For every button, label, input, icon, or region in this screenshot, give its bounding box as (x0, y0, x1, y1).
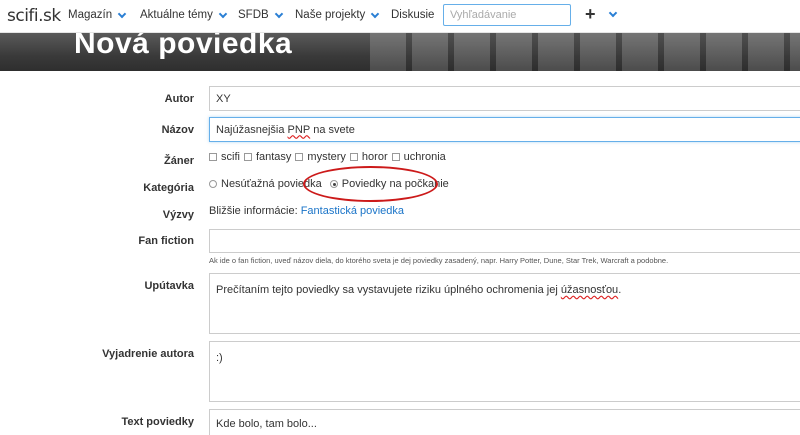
top-navbar: scifi.sk Magazín Aktuálne témy SFDB Naše… (0, 0, 800, 33)
kategoria-options: Nesúťažná poviedka Poviedky na počkanie (209, 178, 453, 190)
genre-checkbox-uchronia[interactable]: uchronia (391, 151, 446, 163)
uputavka-textarea[interactable]: Prečítaním tejto poviedky sa vystavujete… (209, 273, 800, 334)
logo-text: scifi.sk (7, 6, 61, 26)
checkbox[interactable] (209, 153, 217, 161)
autor-label: Autor (164, 93, 194, 105)
vyzvy-text: Bližšie informácie: (209, 205, 298, 217)
uputavka-label: Upútavka (144, 280, 194, 292)
uputavka-value-misspelled: úžasnosťou (560, 284, 619, 296)
vyzvy-link[interactable]: Fantastická poviedka (301, 205, 404, 217)
chevron-down-icon (371, 9, 380, 18)
checkbox[interactable] (243, 153, 252, 161)
text-poviedky-value: Kde bolo, tam bolo... (216, 418, 317, 430)
text-poviedky-textarea[interactable]: Kde bolo, tam bolo... (209, 409, 800, 435)
fan-fiction-field[interactable] (209, 229, 800, 253)
site-logo[interactable]: scifi.sk (7, 4, 61, 28)
genre-checkbox-mystery[interactable]: mystery (295, 151, 346, 163)
vyjadrenie-value: :) (216, 352, 223, 364)
genre-checkbox-fantasy[interactable]: fantasy (243, 151, 292, 163)
nazov-label: Názov (161, 124, 194, 136)
nav-label: Magazín (68, 9, 113, 21)
page-banner: Nová poviedka (0, 33, 800, 71)
autor-value: XY (216, 92, 231, 105)
zaner-options: scifi fantasy mystery horor uchronia (209, 151, 450, 163)
nazov-value-misspelled: PNP (287, 123, 311, 136)
nav-item-diskusie[interactable]: Diskusie (391, 9, 434, 21)
checkbox[interactable] (295, 153, 304, 161)
fan-fiction-hint: Ak ide o fan fiction, uveď názov diela, … (209, 256, 669, 265)
plus-icon[interactable]: + (585, 3, 596, 25)
kategoria-label: Kategória (143, 182, 194, 194)
radio-button-selected[interactable] (329, 180, 338, 188)
zaner-label: Žáner (164, 155, 194, 167)
uputavka-value-wrap: Prečítaním tejto poviedky sa vystavujete… (216, 284, 621, 296)
chevron-down-icon (117, 9, 127, 18)
checkbox-label: fantasy (255, 151, 292, 163)
category-radio-na-pockanie[interactable]: Poviedky na počkanie (329, 178, 449, 190)
vyzvy-label: Výzvy (162, 209, 194, 221)
nazov-field[interactable]: Najúžasnejšia PNP na svete (209, 117, 800, 142)
fan-fiction-label: Fan fiction (138, 235, 194, 247)
nav-item-sfdb[interactable]: SFDB (238, 9, 283, 21)
nav-label: SFDB (238, 9, 269, 21)
checkbox-label: uchronia (403, 151, 446, 163)
nav-label: Naše projekty (295, 9, 366, 21)
nazov-value: Najúžasnejšia (216, 123, 288, 136)
nav-label: Diskusie (391, 9, 435, 21)
chevron-down-icon (274, 9, 283, 18)
nav-item-aktualne-temy[interactable]: Aktuálne témy (140, 9, 228, 21)
checkbox[interactable] (391, 153, 400, 161)
uputavka-value-end: . (618, 284, 622, 296)
radio-label: Nesúťažná poviedka (221, 178, 322, 190)
chevron-down-icon[interactable] (608, 8, 618, 18)
text-poviedky-label: Text poviedky (121, 416, 194, 428)
radio-button[interactable] (209, 180, 217, 188)
vyjadrenie-label: Vyjadrenie autora (102, 348, 194, 360)
vyjadrenie-textarea[interactable]: :) (209, 341, 800, 402)
page-title: Nová poviedka (74, 33, 293, 60)
genre-checkbox-scifi[interactable]: scifi (209, 151, 240, 163)
checkbox-label: scifi (221, 151, 240, 163)
checkbox-label: horor (361, 151, 388, 163)
nav-label: Aktuálne témy (140, 9, 213, 21)
checkbox[interactable] (349, 153, 358, 161)
nav-item-magazin[interactable]: Magazín (68, 9, 127, 21)
nazov-value-end: na svete (310, 123, 355, 136)
nav-item-nase-projekty[interactable]: Naše projekty (295, 9, 380, 21)
radio-label: Poviedky na počkanie (341, 178, 449, 190)
autor-field[interactable]: XY (209, 86, 800, 111)
banner-keyboard-image (370, 33, 800, 71)
genre-checkbox-horor[interactable]: horor (349, 151, 388, 163)
vyzvy-info: Bližšie informácie: Fantastická poviedka (209, 205, 404, 217)
search-input[interactable] (443, 4, 571, 26)
checkbox-label: mystery (307, 151, 346, 163)
category-radio-nesutazna[interactable]: Nesúťažná poviedka (209, 178, 322, 190)
uputavka-value: Prečítaním tejto poviedky sa vystavujete… (216, 284, 561, 296)
chevron-down-icon (218, 9, 228, 18)
